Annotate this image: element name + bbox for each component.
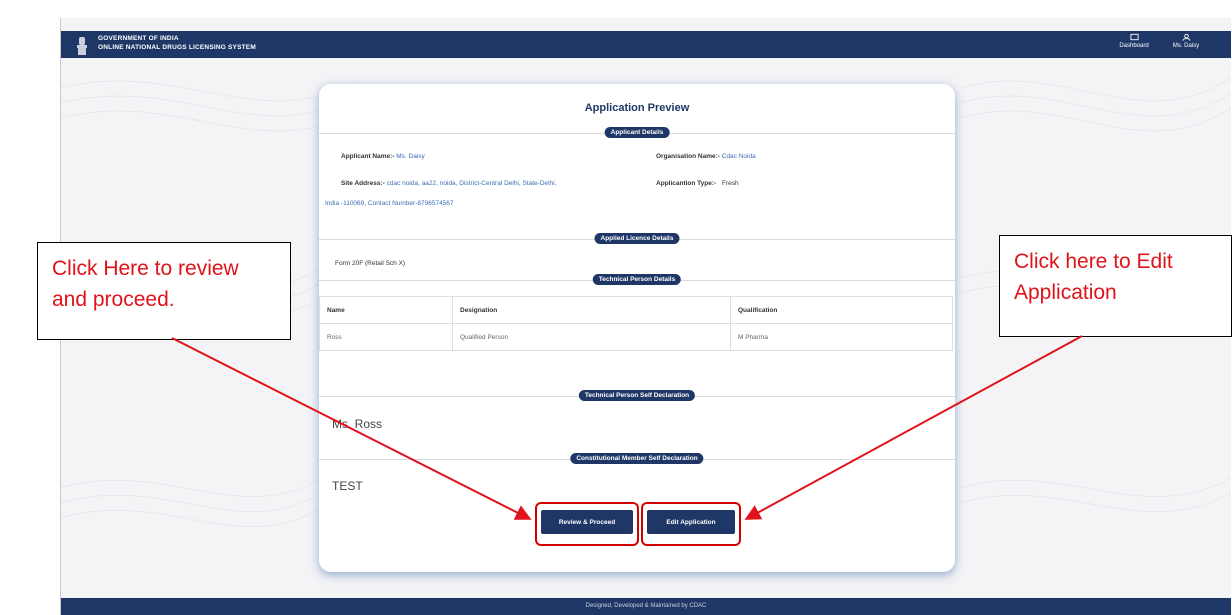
section-badge: Technical Person Self Declaration: [578, 390, 696, 401]
organisation-name-label: Organisation Name:-: [656, 153, 720, 160]
header-title-line2: ONLINE NATIONAL DRUGS LICENSING SYSTEM: [98, 44, 256, 51]
licence-value: Form 20F (Retail Sch X): [335, 260, 406, 267]
applicant-name-label: Applicant Name:-: [341, 153, 395, 160]
review-callout-line2: and proceed.: [52, 288, 175, 311]
user-label: Ms. Daisy: [1172, 43, 1200, 49]
review-callout-line1: Click Here to review: [52, 257, 239, 280]
section-badge: Constitutional Member Self Declaration: [570, 453, 704, 464]
technical-declaration-value: Ms. Ross: [332, 417, 383, 431]
organisation-name-row: Organisation Name:- Cdac Noida: [656, 153, 756, 160]
edit-callout-line1: Click here to Edit: [1014, 250, 1173, 273]
constitutional-declaration-value: TEST: [332, 479, 363, 493]
dashboard-label: Dashboard: [1119, 43, 1149, 49]
organisation-name-value: Cdac Noida: [721, 153, 756, 160]
application-type-row: Applicantion Type:- Fresh: [656, 180, 739, 187]
technical-self-declaration-section: Technical Person Self Declaration: [319, 390, 955, 402]
site-address-value-2: India -110069, Contact Number-8796574567: [325, 200, 454, 207]
site-address-row-2: India -110069, Contact Number-8796574567: [325, 200, 454, 207]
national-emblem-icon: [77, 37, 87, 55]
top-header-bar: GOVERNMENT OF INDIA ONLINE NATIONAL DRUG…: [61, 31, 1231, 58]
page-title: Application Preview: [584, 102, 690, 114]
dashboard-icon: [1129, 33, 1139, 41]
user-icon: [1181, 33, 1191, 41]
technical-person-section: Technical Person Details: [319, 274, 955, 286]
review-callout: Click Here to review and proceed.: [37, 242, 291, 340]
review-highlight-box: [535, 502, 639, 546]
application-type-label: Applicantion Type:-: [656, 180, 717, 187]
header-title-line1: GOVERNMENT OF INDIA: [98, 35, 179, 42]
applicant-name-value: Ms. Daisy: [396, 153, 425, 160]
application-type-value: Fresh: [722, 180, 739, 187]
table-header-row: Name Designation Qualification: [319, 296, 953, 324]
site-address-row: Site Address:- cdac noida, aa22, noida, …: [341, 180, 556, 187]
edit-highlight-box: [641, 502, 741, 546]
footer: Designed, Developed & Maintained by CDAC: [61, 598, 1231, 615]
site-address-label: Site Address:-: [341, 180, 385, 187]
technical-person-table: Name Designation Qualification Ross Qual…: [319, 296, 953, 351]
table-cell: Qualified Person: [452, 323, 731, 351]
edit-callout-line2: Application: [1014, 281, 1117, 304]
applicant-details-section: Applicant Details: [319, 127, 955, 139]
column-header: Designation: [452, 296, 731, 324]
applied-licence-section: Applied Licence Details: [319, 233, 955, 245]
applicant-name-row: Applicant Name:- Ms. Daisy: [341, 153, 425, 160]
table-cell: M Pharma: [730, 323, 953, 351]
column-header: Qualification: [730, 296, 953, 324]
section-badge: Technical Person Details: [592, 274, 682, 285]
constitutional-declaration-section: Constitutional Member Self Declaration: [319, 453, 955, 465]
table-row: Ross Qualified Person M Pharma: [319, 323, 953, 351]
application-preview-card: Application Preview Applicant Details Ap…: [319, 84, 955, 572]
user-menu[interactable]: Ms. Daisy: [1169, 33, 1203, 49]
table-cell: Ross: [319, 323, 453, 351]
edit-callout: Click here to Edit Application: [999, 235, 1232, 337]
site-address-value-1: cdac noida, aa22, noida, District-Centra…: [386, 180, 557, 187]
dashboard-link[interactable]: Dashboard: [1117, 33, 1151, 49]
section-badge: Applicant Details: [604, 127, 670, 138]
section-badge: Applied Licence Details: [594, 233, 680, 244]
column-header: Name: [319, 296, 453, 324]
